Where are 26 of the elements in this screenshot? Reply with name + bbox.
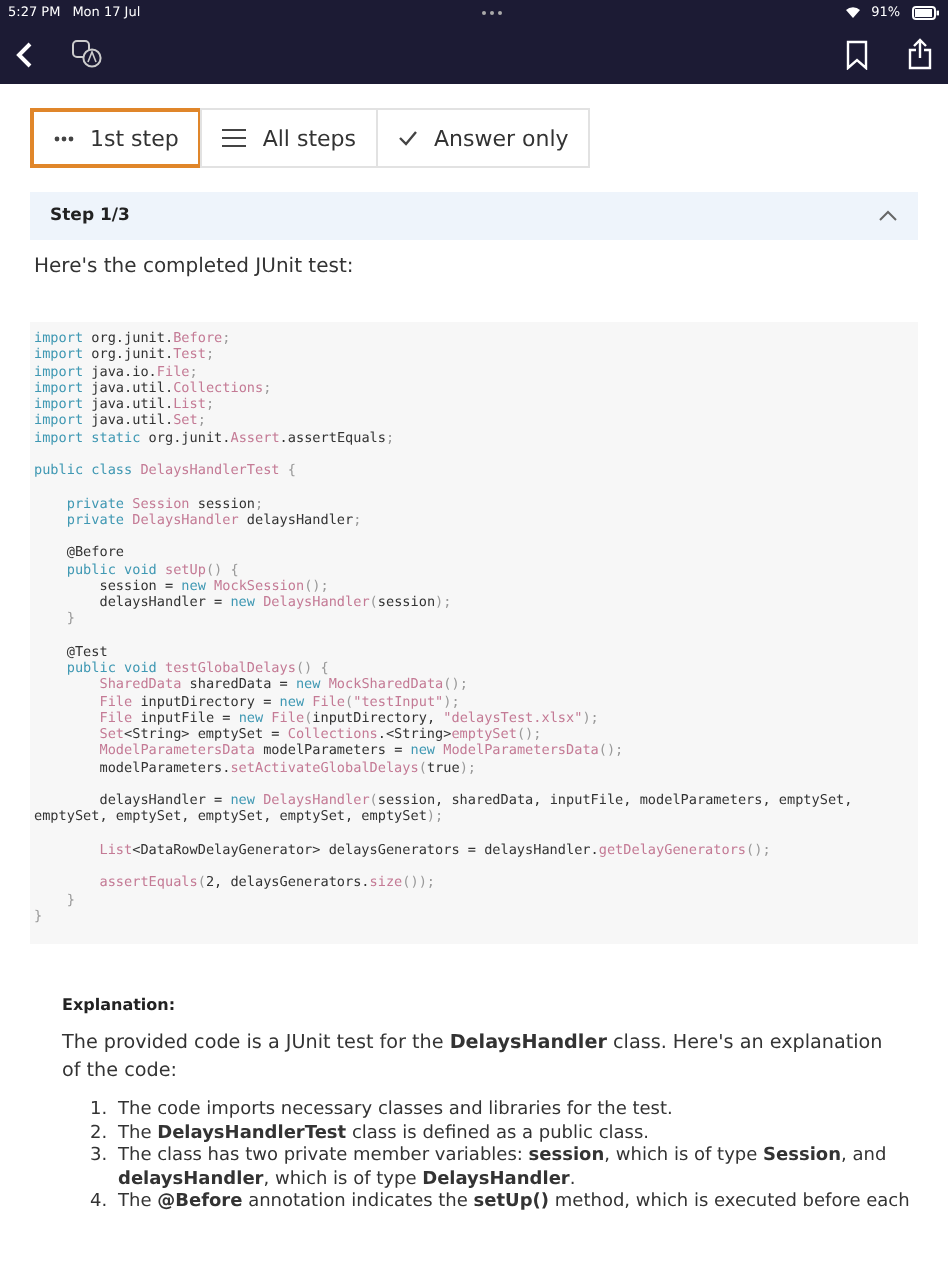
view-tab[interactable]: Answer only (376, 108, 591, 168)
intro-text: Here's the completed JUnit test: (34, 256, 356, 278)
bookmark-icon (846, 39, 868, 69)
explanation-item: The DelaysHandlerTest class is defined as a public class. (118, 1123, 650, 1146)
translate-icon (72, 40, 102, 68)
dots-icon (54, 135, 74, 141)
step-title: Step 1/3 (50, 206, 130, 226)
list-number: 2. (90, 1123, 110, 1146)
wifi-icon (845, 6, 860, 18)
view-tab[interactable]: 1st step (30, 108, 203, 168)
back-icon (16, 41, 32, 67)
share-icon (908, 38, 932, 70)
multitask-dots-icon (480, 9, 505, 15)
explanation-item: The @Before annotation indicates the setUp() method, which is executed before each (118, 1192, 910, 1215)
explanation-heading: Explanation: (62, 996, 178, 1014)
list-number: 4. (90, 1192, 110, 1215)
explanation-item: The class has two private member variables: session, which is of type Session, and delaysHandler, which is of type DelaysHandler. (118, 1146, 889, 1192)
list-number: 1. (90, 1100, 110, 1123)
menu-icon (222, 128, 247, 148)
list-number: 3. (90, 1146, 110, 1170)
check-icon (398, 130, 419, 146)
battery-icon (912, 5, 941, 19)
step-header[interactable]: Step 1/3 (30, 192, 918, 240)
explanation-item: The code imports necessary classes and libraries for the test. (118, 1100, 673, 1123)
explanation-paragraph: The provided code is a JUnit test for the DelaysHandler class. Here's an explanation of the code: (62, 1030, 885, 1086)
view-tab[interactable]: All steps (200, 108, 379, 168)
